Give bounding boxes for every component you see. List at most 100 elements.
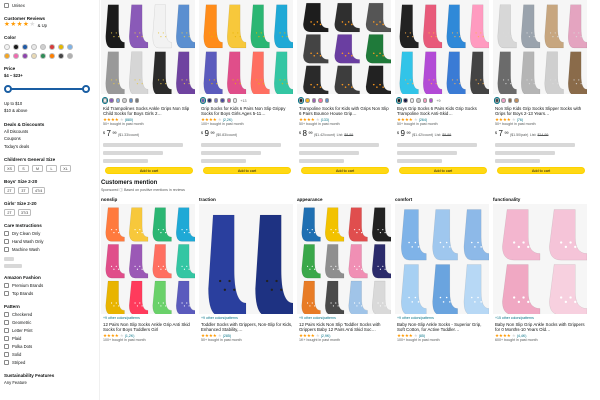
product-card[interactable]: Non Slip Kids Grip Socks Slipper Socks w… bbox=[493, 0, 589, 174]
deals-link-today[interactable]: Today's deals bbox=[4, 143, 99, 151]
color-option-dot[interactable] bbox=[395, 96, 403, 105]
product-image[interactable] bbox=[297, 0, 391, 94]
checkbox[interactable] bbox=[4, 238, 9, 244]
pattern-option[interactable]: Solid bbox=[4, 350, 99, 358]
review-count[interactable]: (2,9K) bbox=[321, 334, 331, 338]
review-count[interactable]: (133) bbox=[321, 118, 329, 122]
color-option-dot[interactable] bbox=[220, 98, 225, 103]
color-option-dot[interactable] bbox=[318, 98, 323, 103]
checkbox[interactable] bbox=[4, 246, 9, 252]
product-image[interactable] bbox=[101, 204, 195, 314]
size-button[interactable]: M bbox=[32, 165, 43, 172]
product-card[interactable]: Trampoline Socks for Kids with Grips Non… bbox=[297, 0, 393, 174]
checkbox[interactable] bbox=[4, 327, 9, 333]
checkbox[interactable] bbox=[4, 311, 9, 317]
color-swatch[interactable] bbox=[22, 53, 28, 59]
product-image[interactable] bbox=[199, 0, 293, 94]
review-count[interactable]: (264) bbox=[419, 118, 427, 122]
color-swatch[interactable] bbox=[58, 53, 64, 59]
color-swatch[interactable] bbox=[22, 44, 28, 50]
review-count[interactable]: (85) bbox=[419, 334, 425, 338]
other-colors-link[interactable]: +15 other colors/patterns bbox=[493, 316, 589, 321]
color-option-dot[interactable] bbox=[101, 96, 109, 105]
product-card[interactable]: Kid Trampolines Socks Ankle Grips Non Sl… bbox=[101, 0, 197, 174]
color-swatch[interactable] bbox=[4, 44, 10, 50]
more-colors-count[interactable]: +9 bbox=[436, 99, 440, 103]
fashion-option[interactable]: Top Brands bbox=[4, 289, 99, 297]
product-card[interactable]: +13 Grip Socks for Kids 6 Pairs Non Slip … bbox=[199, 0, 295, 174]
review-count[interactable]: (880) bbox=[125, 118, 133, 122]
price-link-under-10[interactable]: Up to $10 bbox=[4, 100, 99, 108]
product-image[interactable] bbox=[493, 0, 587, 94]
care-option[interactable]: Dry Clean Only bbox=[4, 229, 99, 237]
color-option-dot[interactable] bbox=[305, 98, 310, 103]
checkbox[interactable] bbox=[4, 230, 9, 236]
size-button[interactable]: S bbox=[18, 165, 29, 172]
color-swatch[interactable] bbox=[31, 53, 37, 59]
slider-min-handle[interactable] bbox=[4, 84, 12, 93]
color-option-dot[interactable] bbox=[213, 98, 219, 103]
color-swatch[interactable] bbox=[13, 53, 19, 59]
product-title[interactable]: Baby Non Slip Grip Ankle Socks with Grip… bbox=[493, 322, 589, 333]
size-button[interactable]: 3T bbox=[18, 187, 29, 194]
review-count[interactable]: (1,2K) bbox=[125, 334, 135, 338]
product-title[interactable]: Kid Trampolines Socks Ankle Grips Non Sl… bbox=[101, 106, 197, 117]
color-option-dot[interactable] bbox=[416, 98, 421, 103]
care-option[interactable]: Hand Wash Only bbox=[4, 237, 99, 245]
color-option-dot[interactable] bbox=[109, 98, 114, 103]
mention-product-card[interactable]: +9 other colors/patterns 12 Pairs Non Sli… bbox=[101, 204, 197, 343]
size-button[interactable]: XS bbox=[4, 165, 15, 172]
color-swatch[interactable] bbox=[49, 44, 55, 50]
size-button[interactable]: 4T/4 bbox=[32, 187, 46, 194]
price-link-10-above[interactable]: $10 & above bbox=[4, 107, 99, 115]
size-button[interactable]: 2T bbox=[4, 209, 15, 216]
product-title[interactable]: 12 Pairs Kids Non Slip Toddler Socks wit… bbox=[297, 322, 393, 333]
mention-product-card[interactable]: +9 other colors/patterns 12 Pairs Kids No… bbox=[297, 204, 393, 343]
product-image[interactable] bbox=[101, 0, 195, 94]
color-option-dot[interactable] bbox=[128, 98, 133, 103]
color-option-dot[interactable] bbox=[207, 98, 212, 103]
product-title[interactable]: 12 Pairs Non Slip Socks Ankle Grip Anti … bbox=[101, 322, 197, 333]
add-to-cart-button[interactable]: Add to cart bbox=[497, 167, 585, 174]
size-button[interactable]: L bbox=[46, 165, 57, 172]
pattern-option[interactable]: Letter Print bbox=[4, 326, 99, 334]
color-option-dot[interactable] bbox=[422, 98, 427, 103]
color-option-dot[interactable] bbox=[514, 98, 519, 103]
product-title[interactable]: Grip Socks for Kids 6 Pairs Non Slip Gri… bbox=[199, 106, 295, 117]
color-option-dot[interactable] bbox=[232, 98, 238, 103]
size-button[interactable]: XL bbox=[60, 165, 71, 172]
mention-product-card[interactable]: +9 other colors/patterns Toddler Socks wi… bbox=[199, 204, 295, 343]
color-swatch[interactable] bbox=[49, 53, 55, 59]
sustainability-option[interactable]: Any Feature bbox=[4, 379, 99, 387]
more-colors-count[interactable]: +13 bbox=[240, 99, 246, 103]
other-colors-link[interactable]: +9 other colors/patterns bbox=[395, 316, 491, 321]
color-option-dot[interactable] bbox=[311, 98, 317, 103]
color-option-dot[interactable] bbox=[115, 98, 121, 103]
color-option-dot[interactable] bbox=[428, 98, 434, 103]
checkbox[interactable] bbox=[4, 319, 9, 325]
add-to-cart-button[interactable]: Add to cart bbox=[301, 167, 389, 174]
pattern-option[interactable]: Geometric bbox=[4, 318, 99, 326]
color-option-dot[interactable] bbox=[226, 98, 231, 103]
size-button[interactable]: 3T/3 bbox=[18, 209, 32, 216]
review-count[interactable]: (2,2K) bbox=[223, 118, 233, 122]
price-slider[interactable] bbox=[4, 84, 90, 94]
filter-option-unisex[interactable]: Unisex bbox=[4, 1, 99, 9]
checkbox[interactable] bbox=[4, 290, 9, 296]
color-option-dot[interactable] bbox=[122, 98, 127, 103]
color-option-dot[interactable] bbox=[297, 96, 305, 105]
deals-link-coupons[interactable]: Coupons bbox=[4, 135, 99, 143]
checkbox[interactable] bbox=[4, 359, 9, 365]
product-image[interactable] bbox=[395, 204, 489, 314]
product-title[interactable]: Baby Non-Slip Ankle Socks - Superior Gri… bbox=[395, 322, 491, 333]
size-button[interactable]: 2T bbox=[4, 187, 15, 194]
checkbox[interactable] bbox=[4, 351, 9, 357]
checkbox[interactable] bbox=[4, 282, 9, 288]
color-option-dot[interactable] bbox=[507, 98, 513, 103]
deals-link-all[interactable]: All Discounts bbox=[4, 128, 99, 136]
color-swatch[interactable] bbox=[67, 44, 73, 50]
product-title[interactable]: Trampoline Socks for Kids with Grips Non… bbox=[297, 106, 393, 117]
checkbox[interactable] bbox=[4, 2, 9, 8]
color-option-dot[interactable] bbox=[501, 98, 506, 103]
color-swatch[interactable] bbox=[40, 44, 46, 50]
